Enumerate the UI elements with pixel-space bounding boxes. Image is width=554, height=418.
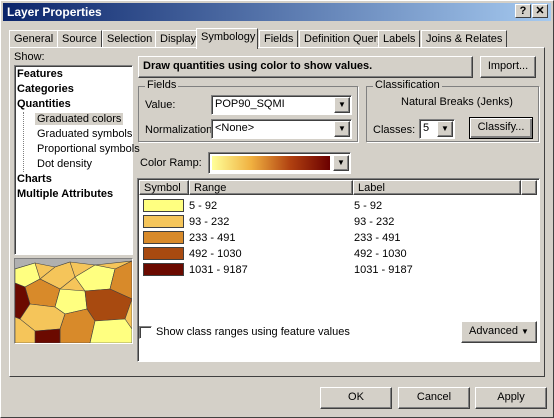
ok-button[interactable]: OK bbox=[320, 387, 392, 409]
column-header-label[interactable]: Label bbox=[353, 180, 521, 195]
range-cell: 1031 - 9187 bbox=[189, 264, 248, 276]
chevron-down-icon[interactable]: ▼ bbox=[334, 121, 350, 137]
classification-method: Natural Breaks (Jenks) bbox=[401, 96, 513, 108]
tree-item-multiple-attributes[interactable]: Multiple Attributes bbox=[17, 188, 113, 200]
color-ramp-label: Color Ramp: bbox=[140, 157, 202, 169]
normalization-label: Normalization: bbox=[145, 124, 216, 136]
value-label: Value: bbox=[145, 99, 176, 111]
apply-button[interactable]: Apply bbox=[475, 387, 547, 409]
renderer-tree: Features Categories Quantities Graduated… bbox=[14, 65, 140, 255]
tree-item-features[interactable]: Features bbox=[17, 68, 63, 80]
tree-item-proportional-symbols[interactable]: Proportional symbols bbox=[37, 143, 140, 155]
normalization-dropdown[interactable]: <None> ▼ bbox=[211, 119, 352, 139]
map-preview bbox=[14, 258, 133, 344]
window-title: Layer Properties bbox=[7, 5, 102, 19]
symbol-swatch[interactable] bbox=[143, 199, 184, 212]
table-row[interactable]: 5 - 92 5 - 92 bbox=[138, 198, 528, 214]
column-header-symbol[interactable]: Symbol bbox=[139, 180, 189, 195]
symbol-swatch[interactable] bbox=[143, 215, 184, 228]
advanced-label: Advanced bbox=[469, 325, 518, 337]
color-ramp-swatch bbox=[212, 156, 330, 170]
show-label: Show: bbox=[14, 51, 45, 63]
chevron-down-icon[interactable]: ▼ bbox=[333, 155, 349, 171]
value-dropdown-text: POP90_SQMI bbox=[215, 98, 285, 110]
tab-labels[interactable]: Labels bbox=[378, 30, 421, 48]
tree-item-categories[interactable]: Categories bbox=[17, 83, 74, 95]
symbol-swatch[interactable] bbox=[143, 231, 184, 244]
symbol-swatch[interactable] bbox=[143, 263, 184, 276]
tree-item-charts[interactable]: Charts bbox=[17, 173, 52, 185]
tab-selection[interactable]: Selection bbox=[102, 30, 158, 48]
range-cell: 233 - 491 bbox=[189, 232, 236, 244]
table-row[interactable]: 492 - 1030 492 - 1030 bbox=[138, 246, 528, 262]
show-class-ranges-label[interactable]: Show class ranges using feature values bbox=[156, 326, 350, 338]
classes-dropdown-text: 5 bbox=[423, 122, 430, 134]
show-class-ranges-checkbox[interactable] bbox=[139, 326, 152, 339]
classes-dropdown[interactable]: 5 ▼ bbox=[419, 119, 455, 139]
advanced-button[interactable]: Advanced ▼ bbox=[461, 321, 537, 343]
renderer-description: Draw quantities using color to show valu… bbox=[138, 56, 473, 78]
label-cell: 5 - 92 bbox=[354, 200, 383, 212]
tab-definition-query[interactable]: Definition Query bbox=[299, 30, 388, 48]
tab-source[interactable]: Source bbox=[57, 30, 102, 48]
table-row[interactable]: 1031 - 9187 1031 - 9187 bbox=[138, 262, 528, 278]
cancel-button[interactable]: Cancel bbox=[398, 387, 470, 409]
help-button[interactable]: ? bbox=[515, 4, 531, 18]
title-bar: Layer Properties bbox=[3, 3, 551, 21]
layer-properties-window: Layer Properties ? ✕ General Source Sele… bbox=[0, 0, 554, 418]
label-cell: 93 - 232 bbox=[354, 216, 395, 228]
column-header-filler bbox=[521, 180, 537, 195]
fields-group-label: Fields bbox=[145, 79, 179, 91]
close-button[interactable]: ✕ bbox=[532, 4, 548, 18]
chevron-down-icon[interactable]: ▼ bbox=[334, 97, 350, 113]
value-dropdown[interactable]: POP90_SQMI ▼ bbox=[211, 95, 352, 115]
chevron-down-icon[interactable]: ▼ bbox=[437, 121, 453, 137]
tree-item-graduated-colors[interactable]: Graduated colors bbox=[35, 113, 124, 125]
symbol-swatch[interactable] bbox=[143, 247, 184, 260]
label-cell: 1031 - 9187 bbox=[354, 264, 413, 276]
chevron-down-icon: ▼ bbox=[521, 327, 529, 336]
label-cell: 492 - 1030 bbox=[354, 248, 407, 260]
label-cell: 233 - 491 bbox=[354, 232, 401, 244]
column-header-range[interactable]: Range bbox=[189, 180, 353, 195]
table-row[interactable]: 93 - 232 93 - 232 bbox=[138, 214, 528, 230]
classes-label: Classes: bbox=[373, 124, 416, 136]
tree-line bbox=[23, 112, 24, 172]
fields-group: Fields Value: POP90_SQMI ▼ Normalization… bbox=[138, 79, 358, 142]
tab-joins-relates[interactable]: Joins & Relates bbox=[421, 30, 508, 48]
range-cell: 93 - 232 bbox=[189, 216, 230, 228]
range-cell: 5 - 92 bbox=[189, 200, 218, 212]
tree-item-graduated-symbols[interactable]: Graduated symbols bbox=[37, 128, 132, 140]
symbology-panel: Show: Features Categories Quantities Gra… bbox=[9, 47, 545, 377]
classification-group: Classification Natural Breaks (Jenks) Cl… bbox=[366, 79, 539, 142]
classify-button[interactable]: Classify... bbox=[469, 117, 533, 139]
tree-item-quantities[interactable]: Quantities bbox=[17, 98, 71, 110]
classification-group-label: Classification bbox=[373, 79, 442, 91]
tab-display[interactable]: Display bbox=[155, 30, 202, 48]
color-ramp-dropdown[interactable]: ▼ bbox=[208, 152, 351, 174]
tree-item-dot-density[interactable]: Dot density bbox=[37, 158, 92, 170]
range-cell: 492 - 1030 bbox=[189, 248, 242, 260]
tab-fields[interactable]: Fields bbox=[259, 30, 299, 48]
import-button[interactable]: Import... bbox=[480, 56, 536, 78]
map-preview-image bbox=[15, 259, 132, 343]
table-row[interactable]: 233 - 491 233 - 491 bbox=[138, 230, 528, 246]
tab-symbology[interactable]: Symbology bbox=[196, 28, 258, 49]
tab-general[interactable]: General bbox=[9, 30, 59, 48]
normalization-dropdown-text: <None> bbox=[215, 122, 255, 134]
